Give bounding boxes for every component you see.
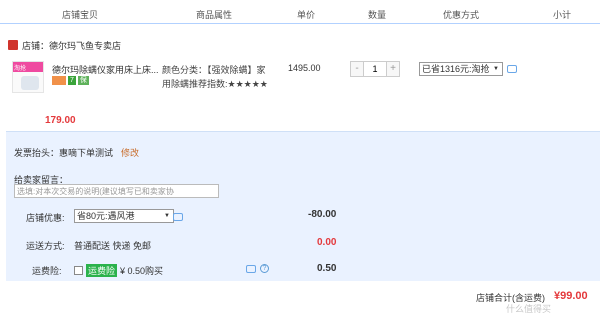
service-badges: 7 保 [52, 76, 89, 85]
col-qty: 数量 [368, 10, 387, 20]
chat-icon[interactable] [507, 65, 517, 73]
shop-label: 店铺： [22, 40, 50, 51]
product-title-link[interactable]: 德尔玛除螨仪家用床上床... [52, 63, 160, 76]
insurance-label: 运费险: [32, 266, 62, 276]
col-item: 店铺宝贝 [62, 10, 99, 20]
insurance-checkbox[interactable] [74, 266, 83, 275]
col-subtotal: 小计 [553, 10, 572, 20]
seven-day-return-badge: 7 [68, 76, 76, 85]
shop-name-link[interactable]: 德尔玛飞鱼专卖店 [49, 39, 121, 52]
shipping-method: 普通配送 快递 免邮 [74, 241, 152, 251]
insurance-tag: 运费险 [86, 264, 118, 277]
shipping-amount: 0.00 [317, 237, 337, 248]
qty-input[interactable] [364, 61, 386, 77]
product-thumbnail[interactable]: 淘抢 [12, 61, 44, 93]
chevron-down-icon: ▼ [164, 213, 170, 219]
device-image [21, 76, 39, 90]
invoice-edit-link[interactable]: 修改 [121, 148, 139, 158]
invoice-title: 发票抬头：惠嘀下单测试 [14, 148, 114, 158]
qty-minus-button[interactable]: - [350, 61, 364, 77]
col-attr: 商品属性 [196, 10, 233, 20]
guarantee-badge: 保 [77, 76, 89, 85]
order-options-panel: 发票抬头：惠嘀下单测试 修改 给卖家留言： 选填:对本次交易的说明(建议填写已和卖… [6, 131, 600, 281]
shop-discount-select[interactable]: 省80元:遇风港 ▼ [74, 209, 174, 223]
col-price: 单价 [297, 10, 316, 20]
cart-item: 淘抢 德尔玛除螨仪家用床上床... 7 保 颜色分类：【强效除螨】家用除螨推荐指… [0, 55, 600, 130]
discount-select[interactable]: 已省1316元:淘抢 ▼ [419, 62, 503, 76]
qty-plus-button[interactable]: + [386, 61, 400, 77]
chat-icon[interactable] [246, 265, 256, 273]
chevron-down-icon: ▼ [493, 66, 499, 72]
watermark: 什么值得买 [506, 304, 552, 313]
item-total-price: 179.00 [45, 115, 76, 126]
shop-discount-label: 店铺优惠: [26, 213, 65, 223]
insurance-option[interactable]: 运费险 ¥ 0.50购买 [74, 264, 163, 277]
discount-selected-value: 已省1316元:淘抢 [422, 64, 490, 74]
store-icon [8, 40, 18, 50]
cross-badge-icon [52, 76, 66, 85]
cart-header: 店铺宝贝 商品属性 单价 数量 优惠方式 小计 [0, 0, 600, 24]
chat-icon[interactable] [173, 213, 183, 221]
shop-discount-amount: -80.00 [308, 209, 337, 220]
unit-price: 1495.00 [288, 63, 321, 73]
shop-total-amount: ¥99.00 [554, 290, 588, 302]
remark-input[interactable]: 选填:对本次交易的说明(建议填写已和卖家协 [14, 184, 219, 198]
thumb-label: 淘抢 [14, 66, 27, 72]
shipping-label: 运送方式: [26, 241, 65, 251]
col-discount: 优惠方式 [443, 10, 480, 20]
product-spec: 颜色分类：【强效除螨】家用除螨推荐指数:★★★★★ [162, 65, 268, 89]
insurance-price: ¥ 0.50购买 [120, 266, 164, 276]
insurance-amount: 0.50 [317, 263, 337, 274]
help-icon[interactable]: ? [260, 264, 269, 273]
shop-discount-value: 省80元:遇风港 [77, 211, 135, 221]
invoice-row: 发票抬头：惠嘀下单测试 修改 [14, 146, 139, 159]
shop-row: 店铺： 德尔玛飞鱼专卖店 [8, 38, 121, 52]
quantity-stepper: - + [350, 61, 400, 77]
